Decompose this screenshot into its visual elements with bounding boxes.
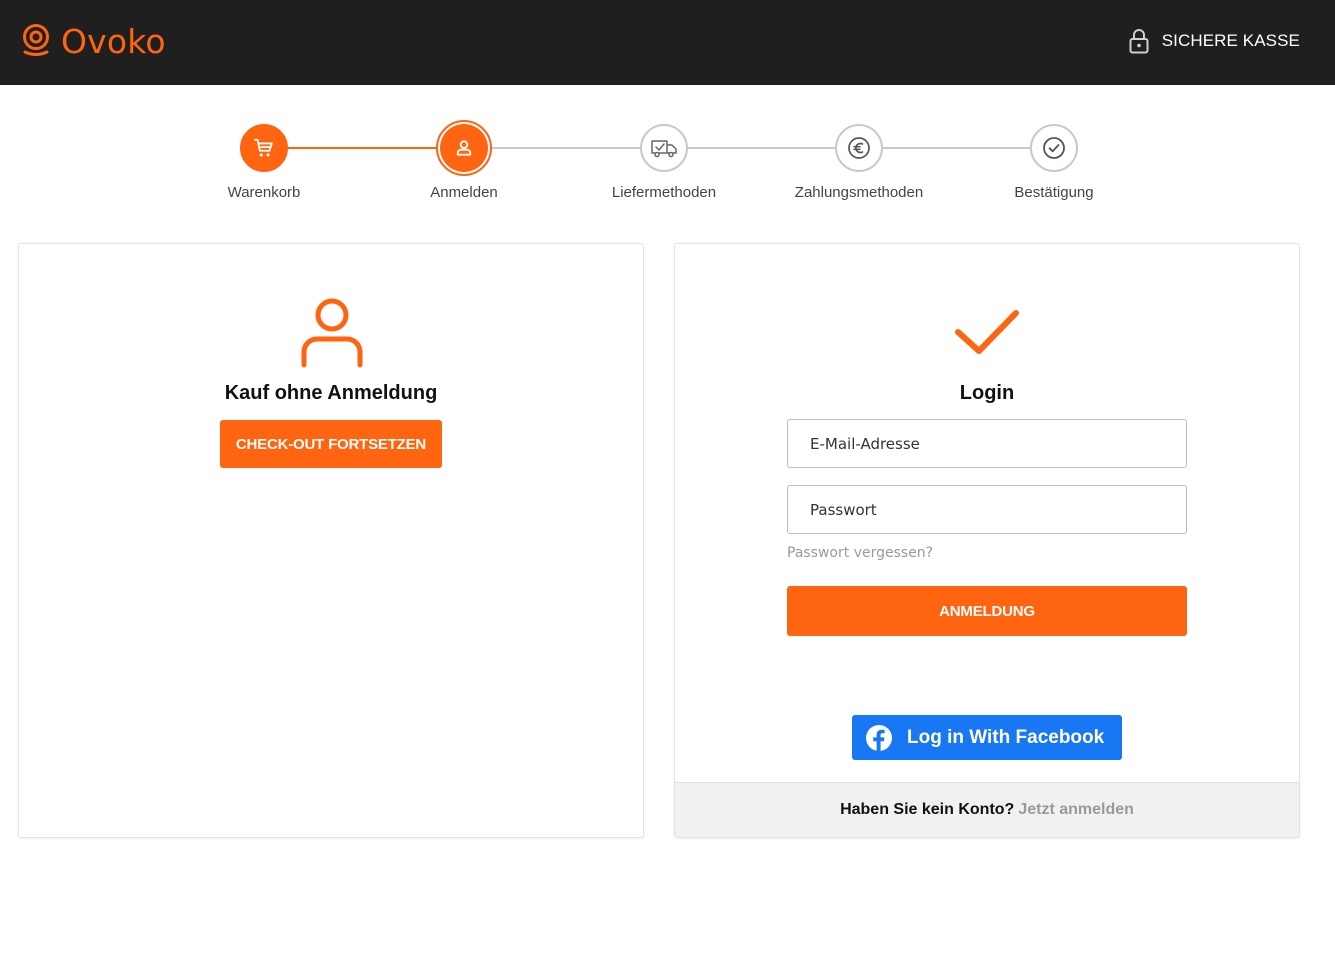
step-label: Anmelden: [430, 184, 498, 201]
euro-icon: [848, 137, 870, 159]
secure-checkout-badge: SICHERE KASSE: [1129, 26, 1300, 56]
login-title: Login: [959, 382, 1015, 404]
cart-icon: [253, 138, 273, 157]
brand-logo[interactable]: Ovoko: [21, 20, 166, 62]
step-warenkorb[interactable]: Warenkorb: [184, 118, 344, 201]
ovoko-logo-icon: [23, 24, 49, 56]
brand-name: Ovoko: [61, 21, 166, 61]
step-liefermethoden[interactable]: Liefermethoden: [584, 118, 744, 201]
step-label: Liefermethoden: [611, 184, 717, 201]
guest-checkout-title: Kauf ohne Anmeldung: [224, 382, 438, 404]
user-icon: [301, 298, 363, 368]
step-bestaetigung[interactable]: Bestätigung: [974, 118, 1134, 201]
lock-icon: [1129, 29, 1149, 54]
register-link[interactable]: Jetzt anmelden: [1018, 801, 1134, 819]
email-field[interactable]: [787, 419, 1187, 468]
register-prompt: Haben Sie kein Konto? Jetzt anmelden: [675, 782, 1299, 837]
step-circle: [436, 120, 492, 176]
delivery-truck-icon: [651, 140, 677, 158]
step-label: Bestätigung: [1014, 184, 1094, 201]
facebook-login-label: Log in With Facebook: [907, 726, 1105, 748]
step-anmelden[interactable]: Anmelden: [384, 118, 544, 201]
step-circle: [1030, 124, 1078, 172]
step-zahlungsmethoden[interactable]: Zahlungsmethoden: [779, 118, 939, 201]
step-circle: [640, 124, 688, 172]
step-circle: [835, 124, 883, 172]
login-card: Login Passwort vergessen? ANMELDUNG Log …: [674, 243, 1300, 838]
secure-checkout-label: SICHERE KASSE: [1161, 31, 1300, 50]
no-account-text: Haben Sie kein Konto?: [840, 801, 1015, 818]
password-field[interactable]: [787, 485, 1187, 534]
login-submit-button[interactable]: ANMELDUNG: [787, 586, 1187, 636]
guest-checkout-card: Kauf ohne Anmeldung CHECK-OUT FORTSETZEN: [18, 243, 644, 838]
checkout-stepper: Warenkorb Anmelden Liefermethoden Zahlun…: [0, 118, 1335, 218]
step-circle: [240, 124, 288, 172]
top-header: Ovoko SICHERE KASSE: [0, 0, 1335, 85]
user-icon: [456, 140, 472, 156]
step-label: Zahlungsmethoden: [794, 184, 924, 201]
check-circle-icon: [1043, 137, 1065, 159]
checkmark-icon: [955, 310, 1019, 354]
step-label: Warenkorb: [227, 184, 301, 201]
facebook-login-button[interactable]: Log in With Facebook: [852, 715, 1122, 760]
forgot-password-link[interactable]: Passwort vergessen?: [787, 545, 933, 561]
facebook-icon: [866, 724, 892, 751]
continue-checkout-button[interactable]: CHECK-OUT FORTSETZEN: [220, 420, 442, 468]
